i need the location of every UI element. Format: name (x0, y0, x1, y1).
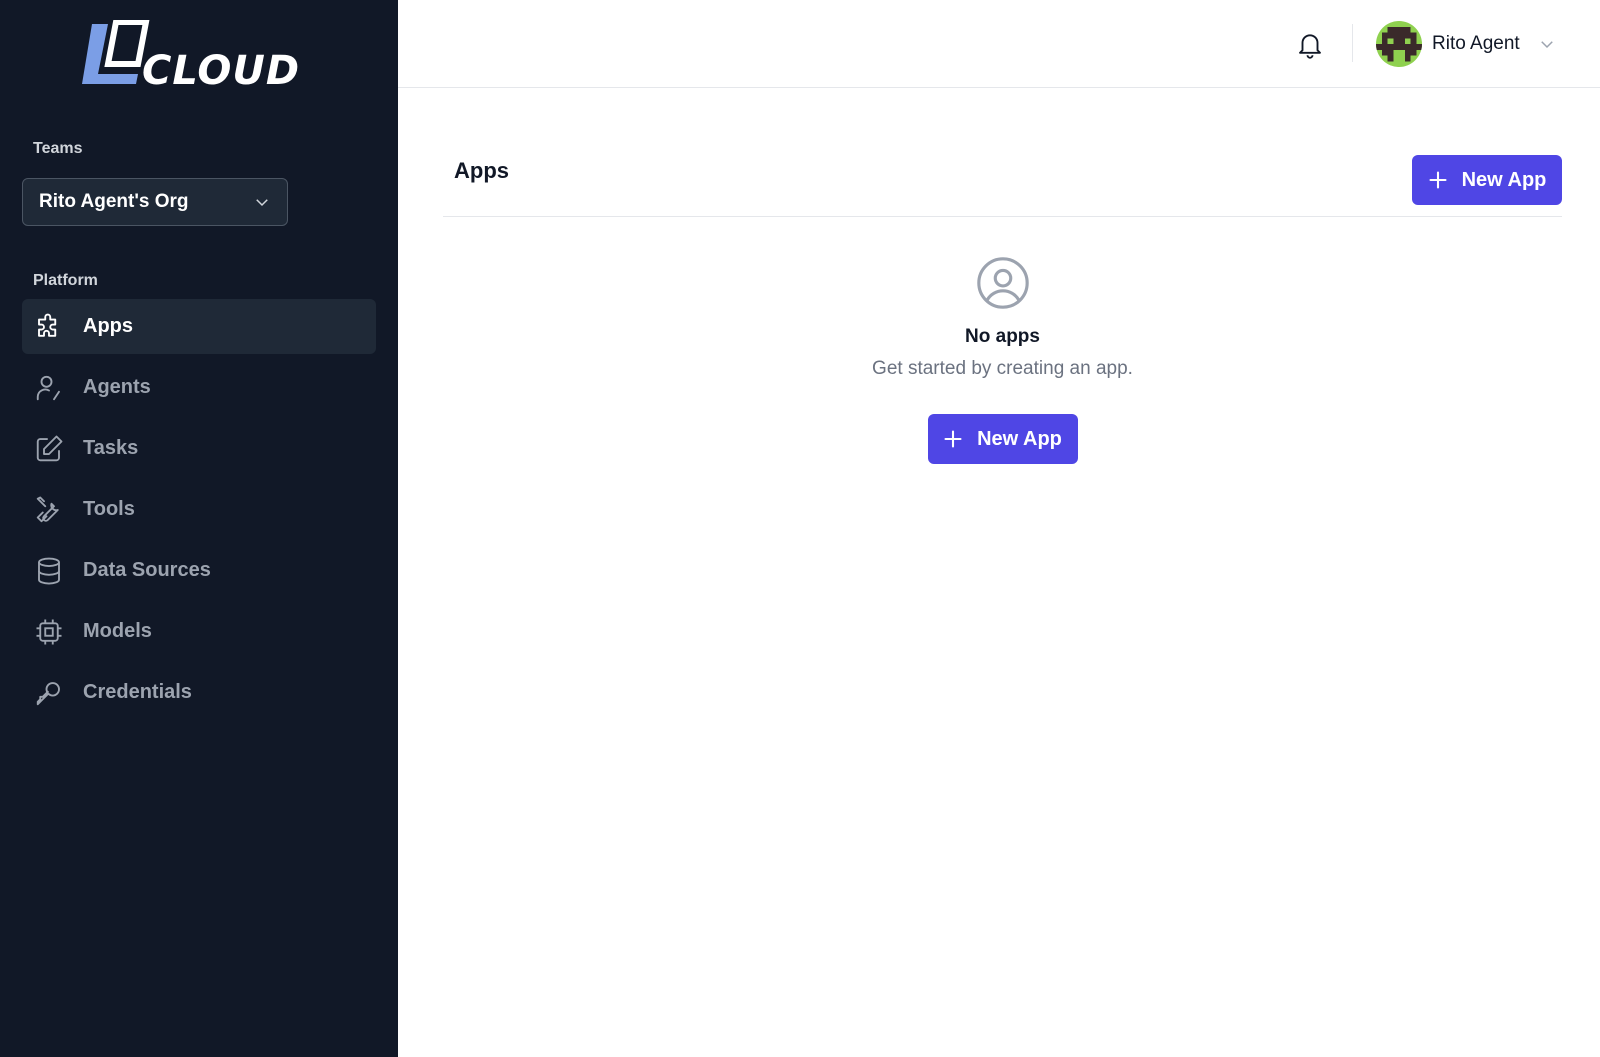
empty-state: No apps Get started by creating an app. … (443, 254, 1562, 464)
key-icon (36, 681, 60, 705)
empty-state-new-app-button[interactable]: New App (927, 414, 1078, 464)
sidebar: CLOUD Teams Rito Agent's Org Platform Ap… (0, 0, 398, 1057)
sidebar-item-credentials[interactable]: Credentials (22, 665, 376, 720)
platform-label: Platform (33, 272, 98, 289)
pencil-square-icon (36, 435, 63, 461)
user-menu[interactable]: Rito Agent (1376, 21, 1556, 67)
empty-state-subtitle: Get started by creating an app. (872, 358, 1133, 379)
sidebar-nav: Apps Agents Tasks Tools Data Sources Mod… (22, 299, 376, 726)
empty-state-title: No apps (965, 326, 1040, 347)
chevron-down-icon (256, 199, 268, 207)
user-circle-icon (976, 257, 1029, 309)
sidebar-item-tasks[interactable]: Tasks (22, 421, 376, 476)
sidebar-item-apps[interactable]: Apps (22, 299, 376, 354)
plus-icon (944, 430, 962, 448)
sidebar-item-label: Models (83, 620, 152, 642)
svg-text:CLOUD: CLOUD (142, 48, 300, 86)
top-bar: Rito Agent (398, 0, 1600, 88)
sidebar-item-label: Data Sources (83, 559, 211, 581)
top-bar-divider (1352, 24, 1353, 62)
sidebar-item-label: Agents (83, 376, 151, 398)
teams-label: Teams (33, 140, 83, 157)
chevron-down-icon (1540, 41, 1553, 49)
tools-icon (36, 496, 59, 522)
database-icon (38, 557, 60, 584)
sidebar-item-label: Tasks (83, 437, 139, 459)
user-name: Rito Agent (1432, 33, 1520, 54)
page-header-divider (443, 216, 1562, 217)
logo-image: CLOUD (82, 20, 300, 86)
sidebar-item-data-sources[interactable]: Data Sources (22, 543, 376, 598)
sidebar-item-label: Apps (83, 315, 133, 337)
sidebar-item-agents[interactable]: Agents (22, 360, 376, 415)
bell-icon[interactable] (1295, 29, 1325, 59)
plus-icon (1429, 171, 1447, 189)
sidebar-item-tools[interactable]: Tools (22, 482, 376, 537)
sidebar-item-label: Credentials (83, 681, 192, 703)
sidebar-item-models[interactable]: Models (22, 604, 376, 659)
page-title: Apps (454, 158, 509, 183)
avatar (1376, 21, 1422, 67)
new-app-button[interactable]: New App (1412, 155, 1562, 205)
empty-state-button-label: New App (977, 427, 1062, 450)
team-select-value: Rito Agent's Org (39, 191, 189, 212)
team-select[interactable]: Rito Agent's Org (22, 178, 288, 226)
chip-icon (36, 619, 62, 644)
sidebar-item-label: Tools (83, 498, 135, 520)
user-pen-icon (36, 375, 60, 400)
new-app-button-label: New App (1461, 168, 1547, 191)
puzzle-icon (38, 313, 57, 337)
